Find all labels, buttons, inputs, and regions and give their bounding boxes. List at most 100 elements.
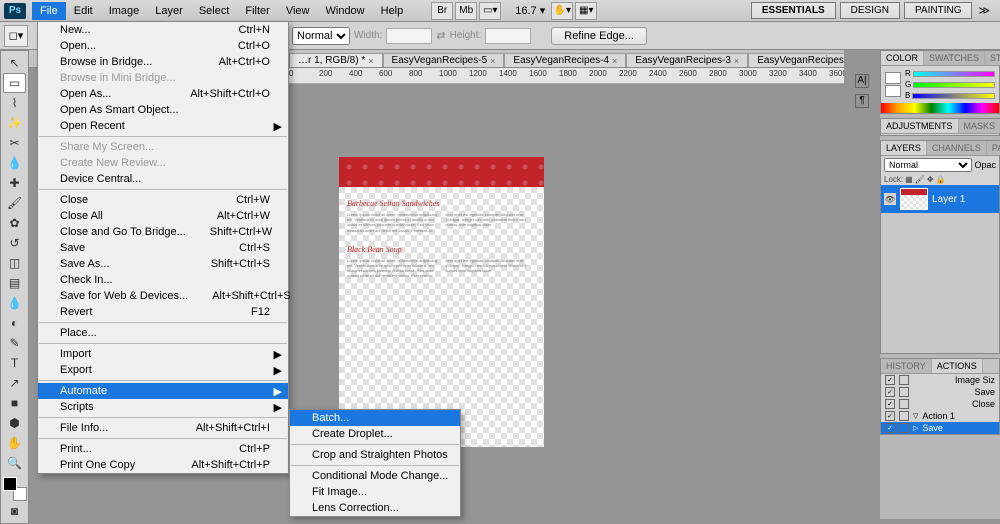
menu-item[interactable]: SaveCtrl+S	[38, 240, 288, 256]
doc-tab[interactable]: EasyVeganRecipes-4×	[504, 53, 626, 67]
close-icon[interactable]: ×	[490, 56, 495, 66]
path-select-tool[interactable]: ↗	[3, 373, 26, 393]
menu-edit[interactable]: Edit	[66, 2, 101, 20]
doc-tab[interactable]: …r 1, RGB/8) *×	[289, 53, 383, 67]
menu-select[interactable]: Select	[191, 2, 238, 20]
workspace-painting[interactable]: PAINTING	[904, 2, 972, 19]
fg-swatch[interactable]	[885, 72, 901, 84]
menu-item[interactable]: Place...	[38, 325, 288, 341]
close-icon[interactable]: ×	[612, 56, 617, 66]
tab-channels[interactable]: CHANNELS	[927, 141, 987, 155]
tab-masks[interactable]: MASKS	[959, 119, 1000, 133]
hand-tool[interactable]: ✋	[3, 433, 26, 453]
menu-item[interactable]: Create Droplet...	[290, 426, 460, 442]
menu-item[interactable]: Browse in Bridge...Alt+Ctrl+O	[38, 54, 288, 70]
refine-edge-button[interactable]: Refine Edge...	[551, 27, 647, 45]
lock-paint-icon[interactable]: 🖌	[915, 175, 925, 184]
tab-styles[interactable]: STYL	[985, 51, 1000, 65]
char-panel-icon[interactable]: A|	[855, 74, 869, 88]
blend-mode-select[interactable]: Normal	[292, 27, 350, 45]
blend-mode-select[interactable]: Normal	[884, 158, 972, 172]
height-input[interactable]	[485, 28, 531, 44]
hand-icon[interactable]: ✋▾	[551, 2, 573, 20]
brush-tool[interactable]: 🖌	[3, 193, 26, 213]
tab-paths[interactable]: PATH	[987, 141, 1000, 155]
close-icon[interactable]: ×	[734, 56, 739, 66]
menu-item[interactable]: Crop and Straighten Photos	[290, 447, 460, 463]
zoom-level[interactable]: 16.7 ▾	[511, 4, 549, 17]
menu-file[interactable]: File	[32, 2, 66, 20]
menu-item[interactable]: Conditional Mode Change...	[290, 468, 460, 484]
menu-item[interactable]: Automate▶	[38, 383, 288, 399]
tab-actions[interactable]: ACTIONS	[932, 359, 983, 373]
heal-tool[interactable]: ✚	[3, 173, 26, 193]
workspace-more-icon[interactable]: ≫	[972, 4, 996, 17]
menu-item[interactable]: Print...Ctrl+P	[38, 441, 288, 457]
menu-item[interactable]: Device Central...	[38, 171, 288, 187]
menu-image[interactable]: Image	[101, 2, 148, 20]
marquee-tool[interactable]: ▭	[3, 73, 26, 93]
type-tool[interactable]: T	[3, 353, 26, 373]
menu-item[interactable]: Lens Correction...	[290, 500, 460, 516]
3d-tool[interactable]: ⬢	[3, 413, 26, 433]
action-row[interactable]: ✓Save	[881, 386, 999, 398]
menu-item[interactable]: RevertF12	[38, 304, 288, 320]
doc-tab[interactable]: EasyVeganRecipes-3×	[626, 53, 748, 67]
menu-item[interactable]: Export▶	[38, 362, 288, 378]
menu-window[interactable]: Window	[318, 2, 373, 20]
zoom-tool[interactable]: 🔍	[3, 453, 26, 473]
arrange-icon[interactable]: ▦▾	[575, 2, 597, 20]
workspace-essentials[interactable]: ESSENTIALS	[751, 2, 836, 19]
menu-item[interactable]: Open As Smart Object...	[38, 102, 288, 118]
action-row[interactable]: ✓Close	[881, 398, 999, 410]
action-row[interactable]: ✓▽Action 1	[881, 410, 999, 422]
action-row-selected[interactable]: ✓▷Save	[881, 422, 999, 434]
action-row[interactable]: ✓Image Siz	[881, 374, 999, 386]
layer-thumbnail[interactable]	[900, 188, 928, 210]
eyedropper-tool[interactable]: 💧	[3, 153, 26, 173]
document-canvas[interactable]: Barbecue Seitan Sandwiches Lorem ipsum d…	[339, 157, 544, 447]
menu-item[interactable]: Scripts▶	[38, 399, 288, 415]
width-input[interactable]	[386, 28, 432, 44]
menu-item[interactable]: Open Recent▶	[38, 118, 288, 134]
tab-adjustments[interactable]: ADJUSTMENTS	[881, 119, 959, 133]
screen-mode-icon[interactable]: ▭▾	[479, 2, 501, 20]
menu-item[interactable]: Open...Ctrl+O	[38, 38, 288, 54]
lock-trans-icon[interactable]: ▦	[905, 175, 913, 184]
doc-tab[interactable]: EasyVeganRecipes-5×	[383, 53, 505, 67]
menu-item[interactable]: Close and Go To Bridge...Shift+Ctrl+W	[38, 224, 288, 240]
crop-tool[interactable]: ✂	[3, 133, 26, 153]
eraser-tool[interactable]: ◫	[3, 253, 26, 273]
r-slider[interactable]	[913, 71, 995, 77]
visibility-icon[interactable]: 👁	[884, 193, 896, 205]
bg-swatch[interactable]	[885, 85, 901, 97]
menu-view[interactable]: View	[278, 2, 318, 20]
menu-help[interactable]: Help	[373, 2, 412, 20]
menu-item[interactable]: CloseCtrl+W	[38, 192, 288, 208]
move-tool[interactable]: ↖	[3, 53, 26, 73]
fg-bg-colors[interactable]	[3, 477, 27, 501]
tab-color[interactable]: COLOR	[881, 51, 924, 65]
stamp-tool[interactable]: ✿	[3, 213, 26, 233]
lock-move-icon[interactable]: ✥	[927, 175, 934, 184]
shape-tool[interactable]: ■	[3, 393, 26, 413]
spectrum-picker[interactable]	[881, 103, 999, 113]
gradient-tool[interactable]: ▤	[3, 273, 26, 293]
menu-item[interactable]: New...Ctrl+N	[38, 22, 288, 38]
menu-item[interactable]: Fit Image...	[290, 484, 460, 500]
menu-item[interactable]: Batch...	[290, 410, 460, 426]
menu-item[interactable]: Open As...Alt+Shift+Ctrl+O	[38, 86, 288, 102]
g-slider[interactable]	[913, 82, 995, 88]
bridge-icon[interactable]: Br	[431, 2, 453, 20]
menu-item[interactable]: Close AllAlt+Ctrl+W	[38, 208, 288, 224]
layer-name[interactable]: Layer 1	[932, 194, 965, 205]
history-brush-tool[interactable]: ↺	[3, 233, 26, 253]
menu-item[interactable]: Import▶	[38, 346, 288, 362]
tab-history[interactable]: HISTORY	[881, 359, 932, 373]
wand-tool[interactable]: ✨	[3, 113, 26, 133]
layer-row[interactable]: 👁 Layer 1	[881, 185, 999, 213]
menu-item[interactable]: Save for Web & Devices...Alt+Shift+Ctrl+…	[38, 288, 288, 304]
dodge-tool[interactable]: ◐	[3, 313, 26, 333]
swap-dims-icon[interactable]: ⇄	[436, 29, 445, 42]
blur-tool[interactable]: 💧	[3, 293, 26, 313]
